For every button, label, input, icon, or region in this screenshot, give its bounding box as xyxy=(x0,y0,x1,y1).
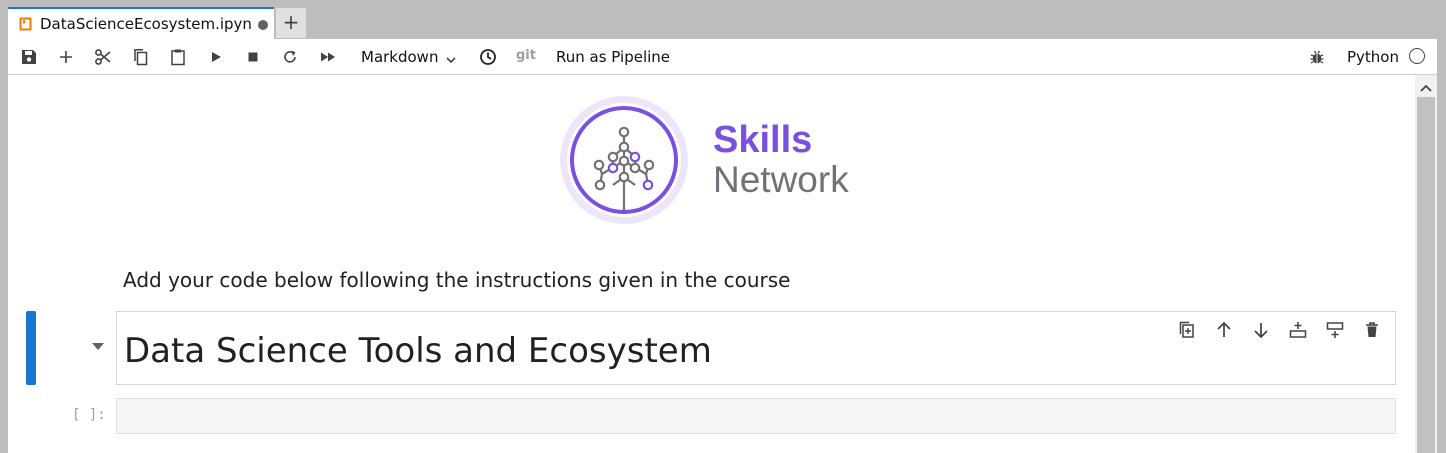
paste-icon[interactable] xyxy=(169,48,187,66)
notebook-icon xyxy=(19,16,32,31)
copy-icon[interactable] xyxy=(132,48,150,66)
code-cell-input[interactable] xyxy=(116,398,1396,434)
notebook-toolbar: Markdown git Run as Pipeline Python xyxy=(8,39,1437,75)
kernel-status-icon xyxy=(1409,48,1425,64)
cell-prompt: [ ]: xyxy=(72,407,106,423)
clock-icon[interactable] xyxy=(479,48,497,66)
kernel-name[interactable]: Python xyxy=(1347,48,1399,66)
collapse-heading-icon[interactable] xyxy=(92,343,104,350)
bug-icon[interactable] xyxy=(1308,48,1326,66)
cell-type-select[interactable]: Markdown xyxy=(361,48,438,66)
run-icon[interactable] xyxy=(207,48,225,66)
page-title: Data Science Tools and Ecosystem xyxy=(124,331,712,371)
move-up-icon[interactable] xyxy=(1214,320,1234,340)
stop-icon[interactable] xyxy=(244,48,262,66)
restart-icon[interactable] xyxy=(281,48,299,66)
tab-title: DataScienceEcosystem.ipyn xyxy=(40,15,252,33)
duplicate-cell-icon[interactable] xyxy=(1177,320,1197,340)
chevron-down-icon[interactable] xyxy=(445,51,457,70)
move-down-icon[interactable] xyxy=(1251,320,1271,340)
cut-icon[interactable] xyxy=(94,48,112,66)
notebook-tab[interactable]: DataScienceEcosystem.ipyn xyxy=(8,7,274,39)
skills-network-logo: Skills Network xyxy=(558,95,878,234)
delete-cell-icon[interactable] xyxy=(1362,320,1382,340)
insert-above-icon[interactable] xyxy=(1288,320,1308,340)
active-cell-indicator xyxy=(26,311,36,385)
unsaved-indicator[interactable] xyxy=(258,20,268,30)
logo-network: Network xyxy=(713,159,849,200)
scrollbar-thumb[interactable] xyxy=(1417,97,1435,453)
fast-forward-icon[interactable] xyxy=(319,48,337,66)
run-as-pipeline-button[interactable]: Run as Pipeline xyxy=(556,48,670,66)
heading-cell[interactable]: Data Science Tools and Ecosystem xyxy=(116,311,1396,385)
markdown-text: Add your code below following the instru… xyxy=(123,268,791,292)
notebook-panel: Skills Network Add your code below follo… xyxy=(8,75,1415,453)
vertical-scrollbar[interactable] xyxy=(1415,75,1437,453)
save-icon[interactable] xyxy=(20,48,38,66)
git-button[interactable]: git xyxy=(516,48,536,63)
add-cell-icon[interactable] xyxy=(57,48,75,66)
scroll-up-icon[interactable] xyxy=(1419,79,1433,98)
logo-skills: Skills xyxy=(713,119,812,161)
new-tab-button[interactable]: + xyxy=(276,8,306,38)
tab-bar: DataScienceEcosystem.ipyn + xyxy=(0,0,1446,39)
insert-below-icon[interactable] xyxy=(1325,320,1345,340)
